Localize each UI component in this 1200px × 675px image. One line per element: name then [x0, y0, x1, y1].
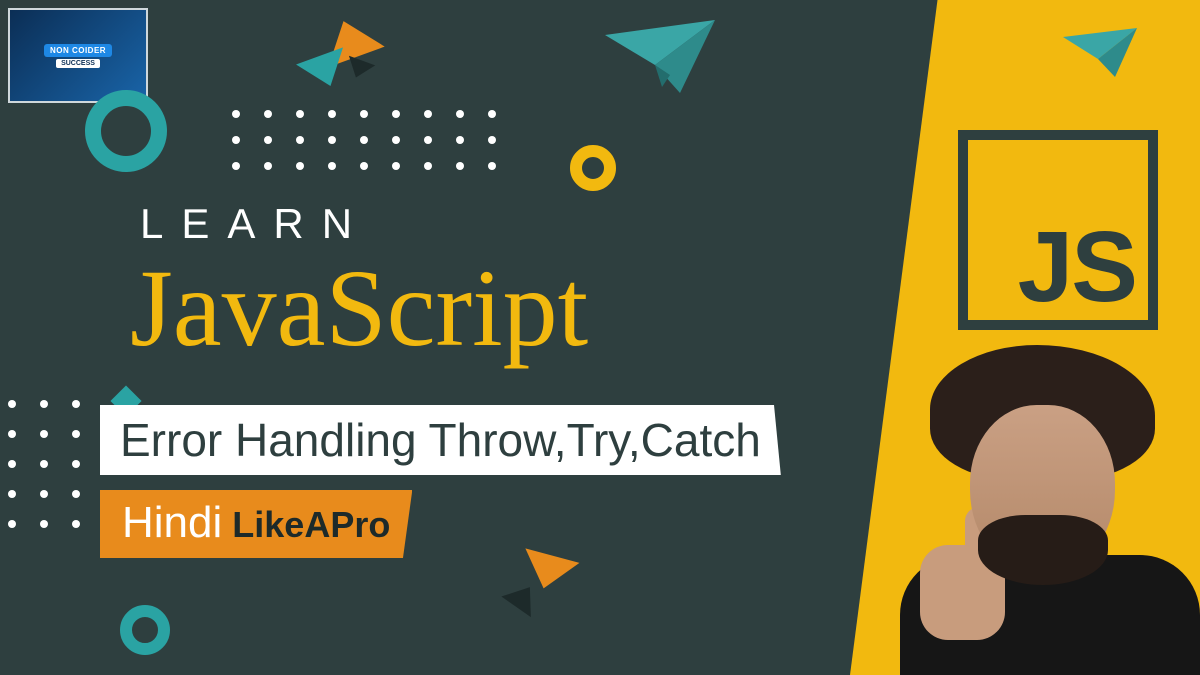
paper-plane-icon [1060, 25, 1140, 80]
channel-logo: NON COIDER SUCCESS [8, 8, 148, 103]
language-name: Hindi [122, 498, 222, 548]
thumbnail-canvas: NON COIDER SUCCESS [0, 0, 1200, 675]
triangle-cluster-icon [495, 555, 585, 625]
paper-plane-icon [600, 15, 720, 100]
ring-icon [85, 90, 167, 172]
main-title: JavaScript [130, 245, 588, 372]
ring-icon [120, 605, 170, 655]
dot-grid-icon [8, 400, 80, 528]
presenter-beard [978, 515, 1108, 585]
logo-badge-text: NON COIDER [44, 44, 112, 57]
channel-logo-inner: NON COIDER SUCCESS [44, 44, 112, 68]
presenter-photo [860, 345, 1200, 675]
topic-banner: Error Handling Throw,Try,Catch [100, 405, 781, 475]
dot-grid-icon [232, 110, 496, 170]
language-badge: Hindi LikeAPro [100, 490, 412, 558]
language-tagline: LikeAPro [232, 504, 390, 546]
triangle-cluster-icon [300, 20, 400, 100]
overline-text: LEARN [140, 200, 370, 248]
ring-icon [570, 145, 616, 191]
js-logo: JS [958, 130, 1158, 330]
logo-sub-text: SUCCESS [56, 59, 100, 68]
js-logo-text: JS [1018, 222, 1136, 312]
